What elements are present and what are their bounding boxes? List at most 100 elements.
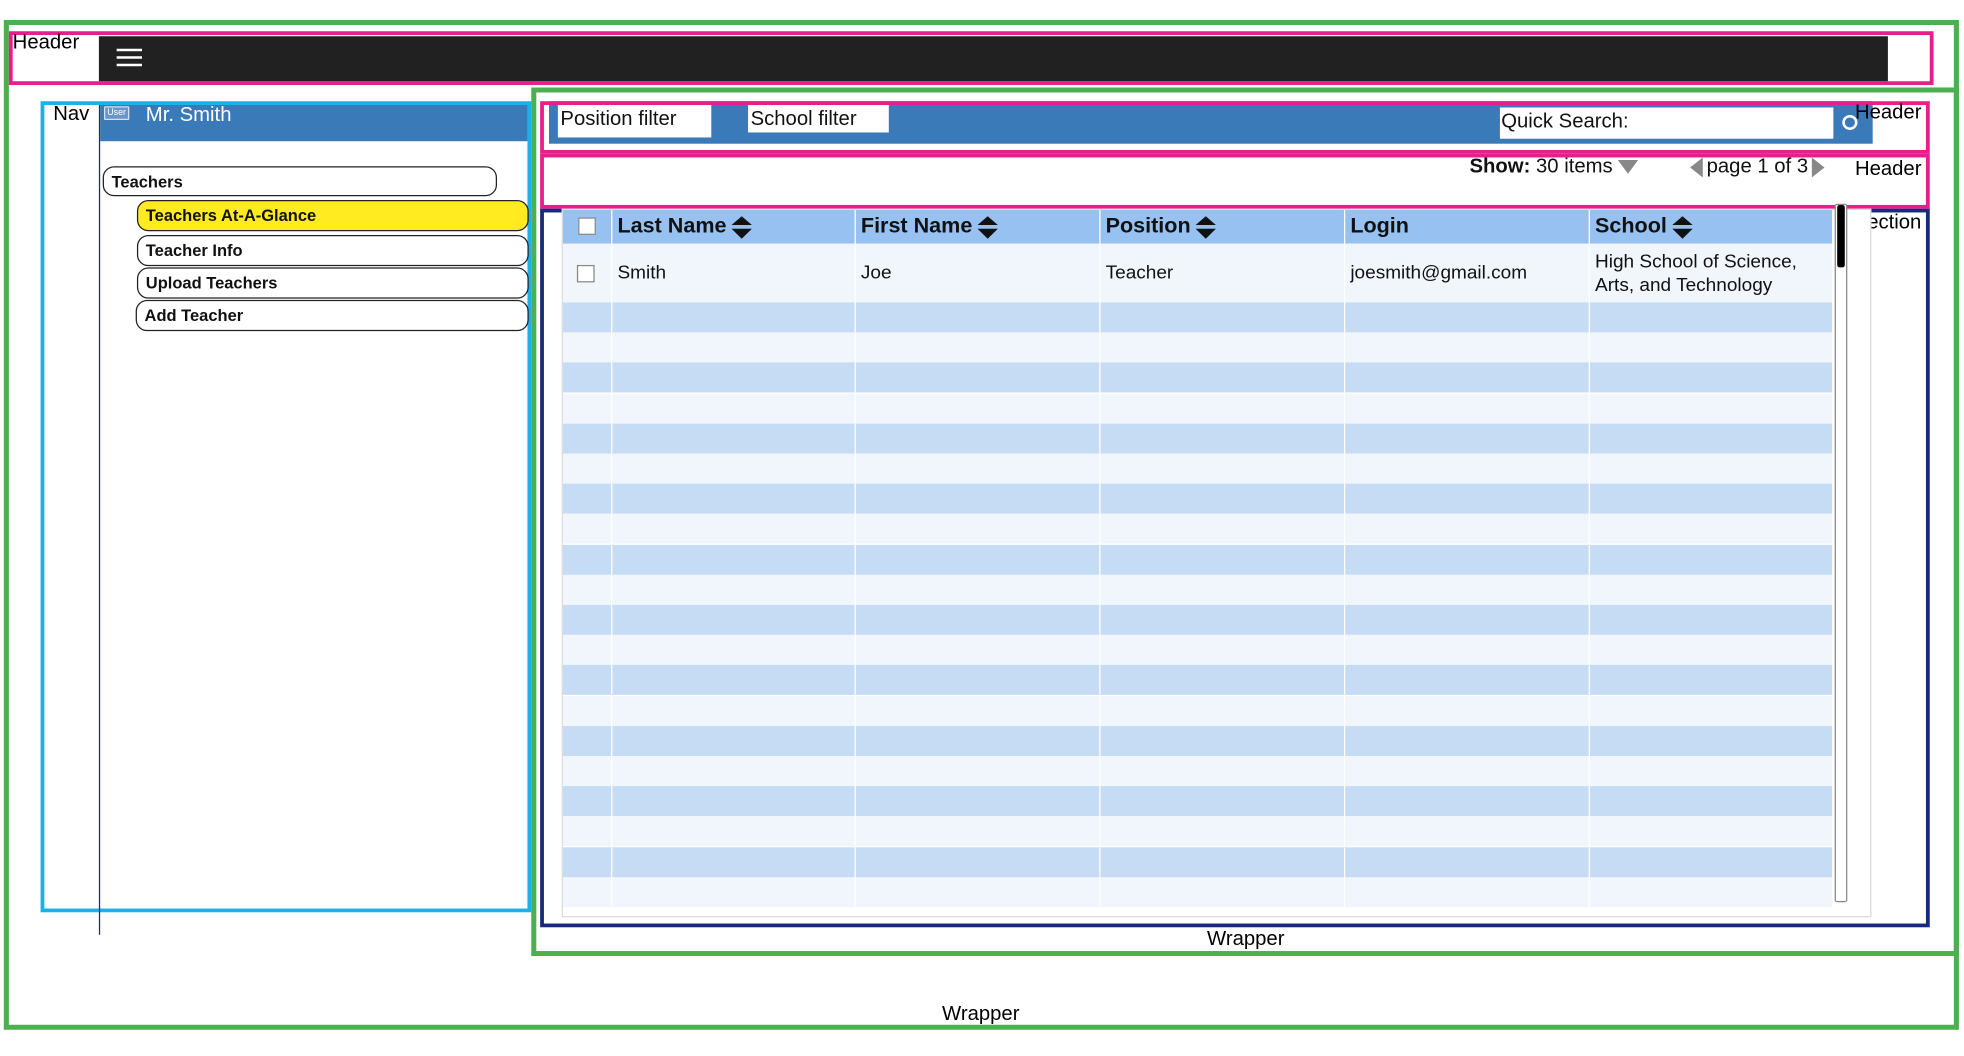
table-cell-empty: [612, 302, 856, 333]
table-cell-empty: [612, 393, 856, 424]
table-cell-empty: [856, 846, 1101, 877]
table-cell-empty: [1345, 423, 1590, 454]
hamburger-icon[interactable]: [116, 48, 143, 67]
table-cell-empty: [1101, 453, 1346, 484]
table-cell-empty: [563, 786, 613, 817]
table-cell-empty: [563, 483, 613, 514]
table-cell-empty: [612, 574, 856, 605]
table-cell-empty: [1101, 695, 1346, 726]
table-cell-empty: [1590, 333, 1832, 363]
prev-page-icon[interactable]: [1690, 157, 1703, 178]
table-cell-empty: [612, 362, 856, 393]
page-size-selector[interactable]: Show: 30 items: [1469, 156, 1639, 178]
inner-wrapper-label: Wrapper: [1207, 928, 1285, 950]
table-cell-empty: [1345, 877, 1590, 908]
table-cell-empty: [563, 574, 613, 605]
sort-icon[interactable]: [731, 215, 752, 239]
column-header-first-name[interactable]: First Name: [856, 209, 1101, 244]
table-cell-empty: [612, 756, 856, 787]
select-all-checkbox[interactable]: [578, 217, 596, 235]
dropdown-arrow-icon: [1618, 160, 1639, 175]
table-cell-empty: [1590, 696, 1832, 726]
table-cell-empty: [1345, 725, 1590, 756]
table-cell-empty: [563, 725, 613, 756]
table-cell-empty: [563, 816, 613, 847]
table-row-empty: [562, 423, 1833, 454]
table-row-empty: [562, 393, 1833, 424]
cell-first-name: Joe: [856, 243, 1101, 303]
nav-item-upload-teachers[interactable]: Upload Teachers: [136, 267, 529, 299]
table-row[interactable]: Smith Joe Teacher joesmith@gmail.com Hig…: [562, 243, 1833, 303]
table-cell-empty: [856, 725, 1101, 756]
table-cell-empty: [612, 453, 856, 484]
column-header-position[interactable]: Position: [1101, 209, 1346, 244]
table-cell-empty: [612, 725, 856, 756]
table-cell-empty: [1345, 483, 1590, 514]
table-cell-empty: [1590, 726, 1832, 756]
table-cell-empty: [1101, 725, 1346, 756]
table-cell-empty: [612, 544, 856, 575]
table-cell-empty: [563, 423, 613, 454]
column-header-last-name[interactable]: Last Name: [612, 209, 856, 244]
nav-item-teacher-info[interactable]: Teacher Info: [136, 234, 529, 267]
table-cell-empty: [563, 635, 613, 666]
table-row-empty: [562, 635, 1833, 666]
table-cell-empty: [612, 786, 856, 817]
table-row-empty: [562, 725, 1833, 756]
table-cell-empty: [612, 877, 856, 908]
table-cell-empty: [1590, 484, 1832, 514]
table-cell-empty: [1345, 302, 1590, 333]
table-cell-empty: [1590, 877, 1832, 907]
table-cell-empty: [1101, 635, 1346, 666]
next-page-icon[interactable]: [1811, 157, 1825, 178]
table-cell-empty: [1590, 756, 1832, 786]
vertical-scrollbar[interactable]: [1834, 203, 1848, 903]
table-cell-empty: [1101, 544, 1346, 575]
user-icon: User: [103, 106, 130, 120]
column-header-school[interactable]: School: [1590, 210, 1832, 244]
table-cell-empty: [612, 514, 856, 545]
table-cell-empty: [563, 877, 613, 908]
wireframe-stage: Wrapper Header Nav User Mr. Smith Teache…: [0, 0, 1964, 1056]
table-cell-empty: [856, 302, 1101, 333]
table-cell-empty: [563, 846, 613, 877]
sort-icon[interactable]: [1671, 215, 1693, 239]
sort-icon[interactable]: [977, 215, 998, 239]
table-row-empty: [562, 604, 1833, 635]
table-row-empty: [562, 483, 1833, 514]
table-cell-empty: [1101, 786, 1346, 817]
table-cell-empty: [1101, 665, 1346, 696]
table-cell-empty: [1345, 393, 1590, 424]
table-cell-empty: [1590, 423, 1832, 453]
table-cell-empty: [1345, 544, 1590, 575]
table-cell-empty: [1590, 605, 1832, 635]
table-cell-empty: [1345, 574, 1590, 605]
nav-item-add-teacher[interactable]: Add Teacher: [135, 299, 529, 332]
nav-user-bar: User Mr. Smith: [100, 104, 528, 142]
table-cell-empty: [856, 393, 1101, 424]
pagination: page 1 of 3: [1690, 156, 1825, 178]
nav-item-teachers-at-a-glance[interactable]: Teachers At-A-Glance: [136, 199, 529, 232]
column-header-login[interactable]: Login: [1345, 209, 1590, 244]
school-line-2: Arts, and Technology: [1595, 274, 1773, 296]
nav-user-name[interactable]: Mr. Smith: [146, 105, 232, 126]
nav-label: Nav: [53, 103, 90, 125]
row-checkbox[interactable]: [576, 264, 595, 282]
table-cell-empty: [1345, 453, 1590, 484]
table-cell-empty: [1590, 635, 1832, 665]
table-row-empty: [562, 786, 1833, 817]
table-cell-empty: [563, 665, 613, 696]
table-cell-empty: [856, 756, 1101, 787]
table-cell-empty: [1345, 604, 1590, 635]
nav-item-teachers[interactable]: Teachers: [102, 166, 498, 197]
table-cell-empty: [563, 393, 613, 424]
table-cell-empty: [563, 514, 613, 545]
pager-header-label: Header: [1854, 158, 1922, 180]
table-cell-empty: [1590, 454, 1832, 484]
nav-item-label: Add Teacher: [144, 306, 244, 325]
table-cell-empty: [1345, 816, 1590, 847]
sort-icon[interactable]: [1195, 215, 1216, 239]
scrollbar-thumb[interactable]: [1837, 204, 1845, 268]
table-cell-empty: [1101, 393, 1346, 424]
top-app-bar: [98, 36, 1888, 82]
